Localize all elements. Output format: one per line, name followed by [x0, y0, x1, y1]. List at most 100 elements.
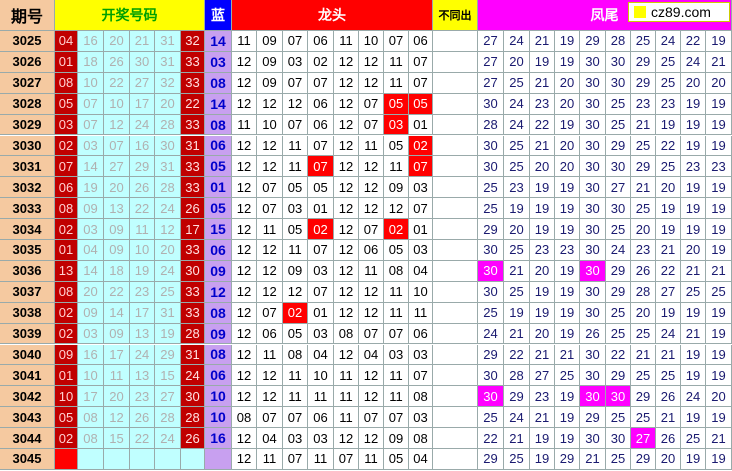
phoenix-cell: 21 [706, 428, 732, 449]
blue-ball-cell: 05 [205, 198, 232, 220]
phoenix-cell: 22 [681, 31, 706, 52]
dragon-cell: 07 [283, 72, 308, 94]
phoenix-cell: 29 [631, 449, 656, 470]
phoenix-cell: 19 [706, 31, 732, 52]
dragon-cell: 12 [257, 365, 283, 387]
blue-ball-cell: 05 [205, 156, 232, 178]
period-cell: 3033 [0, 198, 55, 220]
phoenix-cell: 19 [681, 407, 706, 429]
dragon-cell: 11 [359, 449, 384, 470]
dragon-cell: 12 [359, 72, 384, 94]
phoenix-cell: 20 [530, 156, 555, 178]
dragon-cell: 12 [257, 240, 283, 261]
dragon-cell: 11 [283, 156, 308, 178]
not-same-cell [433, 240, 478, 261]
phoenix-cell: 29 [606, 260, 631, 282]
dragon-cell: 11 [257, 449, 283, 470]
red-ball-cell: 18 [104, 260, 130, 282]
red-ball-cell: 03 [78, 219, 104, 240]
dragon-cell: 05 [283, 177, 308, 199]
red-ball-cell: 31 [155, 51, 181, 73]
red-ball-cell: 02 [55, 323, 78, 345]
red-ball-cell [181, 449, 205, 470]
dragon-cell: 12 [257, 135, 283, 157]
phoenix-cell: 24 [504, 407, 530, 429]
red-ball-cell [55, 449, 78, 470]
red-ball-cell [104, 449, 130, 470]
period-cell: 3028 [0, 93, 55, 115]
dragon-cell: 04 [359, 344, 384, 366]
phoenix-cell: 23 [631, 240, 656, 261]
red-ball-cell: 04 [78, 240, 104, 261]
red-ball-cell: 33 [181, 302, 205, 324]
phoenix-cell: 30 [606, 386, 631, 408]
red-ball-cell: 11 [104, 365, 130, 387]
phoenix-cell: 25 [606, 93, 631, 115]
dragon-cell: 11 [384, 72, 409, 94]
phoenix-cell: 26 [656, 386, 681, 408]
red-ball-cell: 17 [78, 386, 104, 408]
dragon-cell: 05 [308, 177, 334, 199]
phoenix-cell: 25 [504, 281, 530, 303]
red-ball-cell: 22 [130, 428, 155, 449]
dragon-cell: 11 [283, 240, 308, 261]
not-same-cell [433, 72, 478, 94]
phoenix-cell: 30 [580, 156, 606, 178]
phoenix-cell: 30 [478, 281, 504, 303]
dragon-cell: 12 [334, 177, 359, 199]
phoenix-cell: 22 [478, 428, 504, 449]
blue-ball-cell: 06 [205, 365, 232, 387]
phoenix-cell: 19 [706, 344, 732, 366]
not-same-cell [433, 135, 478, 157]
phoenix-cell: 29 [631, 156, 656, 178]
red-ball-cell: 19 [155, 323, 181, 345]
phoenix-cell: 25 [606, 323, 631, 345]
logo-square-icon [634, 6, 646, 18]
red-ball-cell: 26 [181, 428, 205, 449]
dragon-cell: 07 [283, 407, 308, 429]
dragon-cell: 11 [257, 344, 283, 366]
phoenix-cell: 19 [530, 428, 555, 449]
red-ball-cell: 10 [130, 240, 155, 261]
phoenix-cell: 25 [631, 31, 656, 52]
phoenix-cell: 23 [530, 386, 555, 408]
dragon-cell: 12 [359, 281, 384, 303]
phoenix-cell: 30 [580, 219, 606, 240]
period-cell: 3038 [0, 302, 55, 324]
red-ball-cell: 09 [104, 323, 130, 345]
blue-ball-cell: 06 [205, 240, 232, 261]
red-ball-cell: 03 [55, 114, 78, 136]
not-same-cell [433, 198, 478, 220]
red-ball-cell: 02 [55, 135, 78, 157]
dragon-cell: 07 [359, 219, 384, 240]
red-ball-cell: 06 [55, 177, 78, 199]
phoenix-cell: 28 [478, 114, 504, 136]
dragon-cell: 11 [384, 156, 409, 178]
dragon-cell: 11 [384, 386, 409, 408]
red-ball-cell: 19 [78, 177, 104, 199]
phoenix-cell: 19 [706, 177, 732, 199]
dragon-cell: 11 [384, 281, 409, 303]
phoenix-cell: 23 [530, 240, 555, 261]
dragon-cell: 04 [409, 260, 433, 282]
not-same-cell [433, 260, 478, 282]
dragon-cell: 03 [308, 428, 334, 449]
dragon-cell: 11 [334, 31, 359, 52]
phoenix-cell: 25 [504, 135, 530, 157]
phoenix-cell: 20 [555, 93, 580, 115]
red-ball-cell: 23 [130, 281, 155, 303]
period-cell: 3043 [0, 407, 55, 429]
dragon-cell: 12 [232, 72, 257, 94]
red-ball-cell: 01 [55, 365, 78, 387]
phoenix-cell: 21 [631, 344, 656, 366]
red-ball-cell: 07 [55, 156, 78, 178]
blue-ball-cell: 09 [205, 323, 232, 345]
dragon-cell: 07 [409, 156, 433, 178]
red-ball-cell: 01 [55, 51, 78, 73]
dragon-cell: 12 [232, 281, 257, 303]
dragon-cell: 04 [257, 428, 283, 449]
phoenix-cell: 19 [706, 240, 732, 261]
red-ball-cell: 33 [181, 156, 205, 178]
dragon-cell: 05 [384, 240, 409, 261]
phoenix-cell: 29 [606, 281, 631, 303]
